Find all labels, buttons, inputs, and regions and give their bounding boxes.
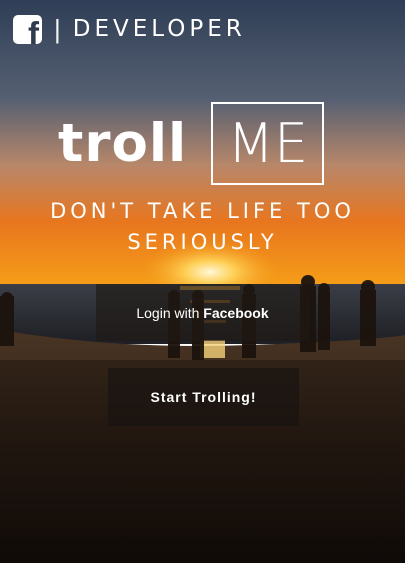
beach-sunset-background	[0, 0, 405, 563]
tagline: DON'T TAKE LIFE TOO SERIOUSLY	[50, 199, 355, 254]
logo-boxed-text: ME	[227, 112, 309, 175]
start-trolling-button[interactable]: Start Trolling!	[108, 368, 299, 426]
login-with-facebook-button[interactable]: Login with Facebook	[96, 284, 309, 341]
app-logo: troll ME	[58, 99, 325, 188]
login-button-prefix: Login with	[136, 304, 204, 321]
logo-text: troll	[58, 113, 188, 174]
facebook-icon-glyph: f	[28, 14, 39, 44]
header: f | DEVELOPER	[13, 14, 246, 44]
login-button-brand: Facebook	[203, 304, 269, 321]
header-separator: |	[54, 13, 61, 44]
header-title: DEVELOPER	[72, 16, 246, 42]
logo-box: ME	[211, 102, 325, 185]
facebook-icon[interactable]: f	[13, 14, 42, 44]
